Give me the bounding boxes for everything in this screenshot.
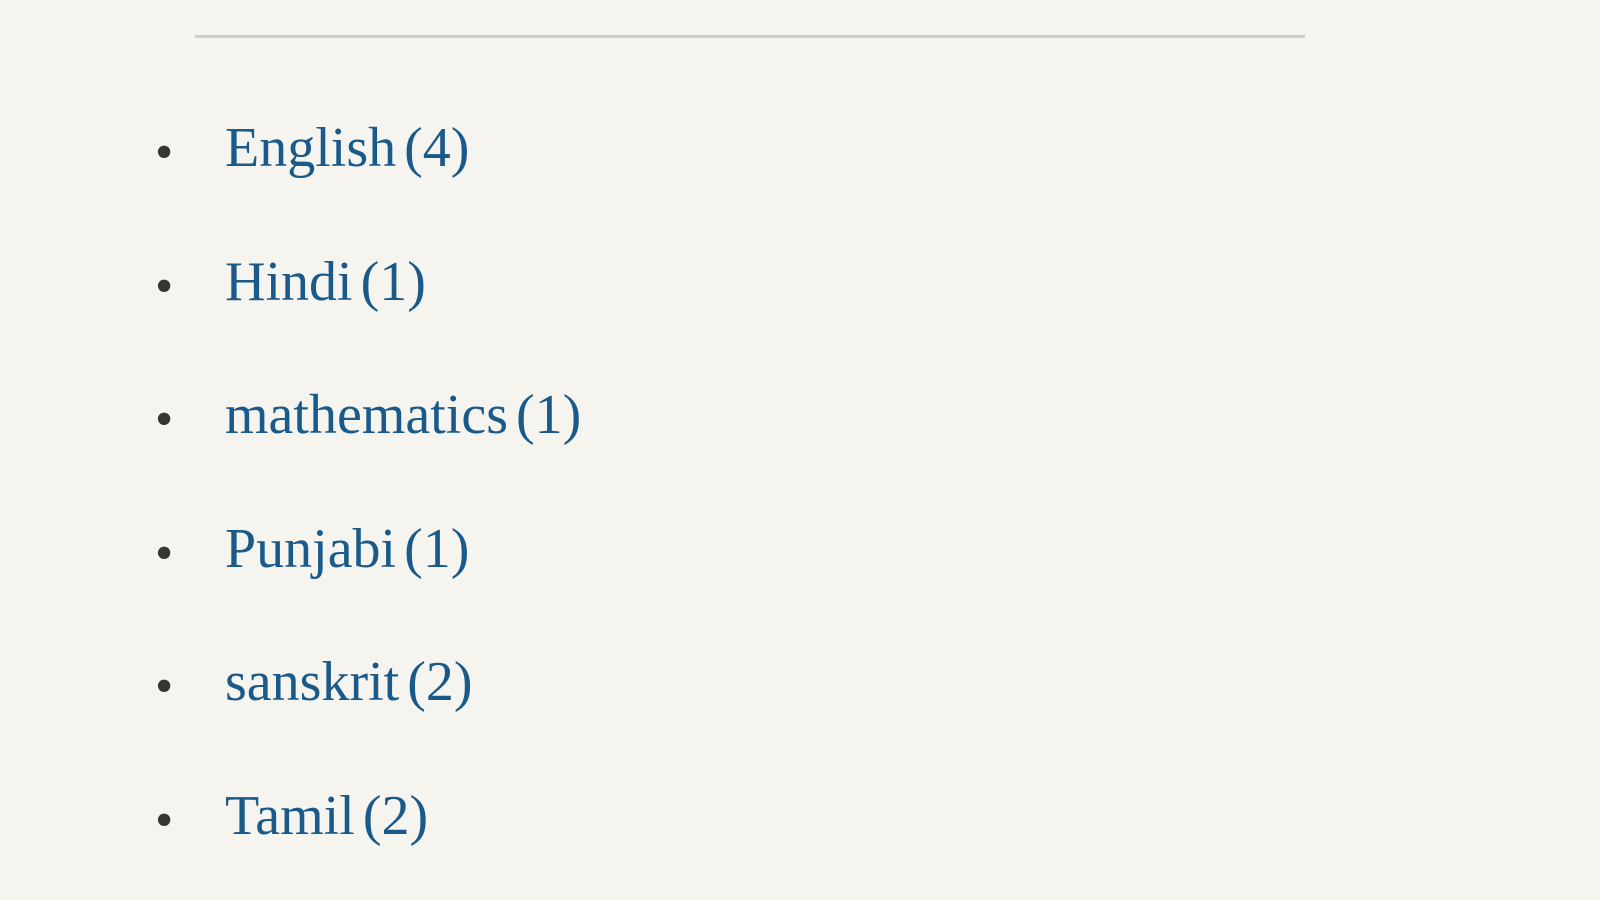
list-item: English(4) bbox=[225, 118, 1305, 180]
category-link-sanskrit[interactable]: sanskrit bbox=[225, 651, 399, 713]
category-link-english[interactable]: English bbox=[225, 117, 396, 179]
category-list: English(4) Hindi(1) mathematics(1) Punja… bbox=[195, 118, 1305, 848]
list-item: mathematics(1) bbox=[225, 385, 1305, 447]
category-link-mathematics[interactable]: mathematics bbox=[225, 384, 508, 446]
sidebar-panel: English(4) Hindi(1) mathematics(1) Punja… bbox=[75, 0, 1425, 900]
category-count: (2) bbox=[407, 651, 472, 713]
category-count: (1) bbox=[404, 518, 469, 580]
category-count: (4) bbox=[404, 117, 469, 179]
category-count: (2) bbox=[363, 785, 428, 847]
category-count: (1) bbox=[516, 384, 581, 446]
list-item: sanskrit(2) bbox=[225, 652, 1305, 714]
list-item: Tamil(2) bbox=[225, 786, 1305, 848]
category-link-hindi[interactable]: Hindi bbox=[225, 251, 353, 313]
category-link-tamil[interactable]: Tamil bbox=[225, 785, 355, 847]
category-link-punjabi[interactable]: Punjabi bbox=[225, 518, 396, 580]
list-item: Punjabi(1) bbox=[225, 519, 1305, 581]
list-item: Hindi(1) bbox=[225, 252, 1305, 314]
section-divider bbox=[195, 35, 1305, 38]
category-count: (1) bbox=[361, 251, 426, 313]
